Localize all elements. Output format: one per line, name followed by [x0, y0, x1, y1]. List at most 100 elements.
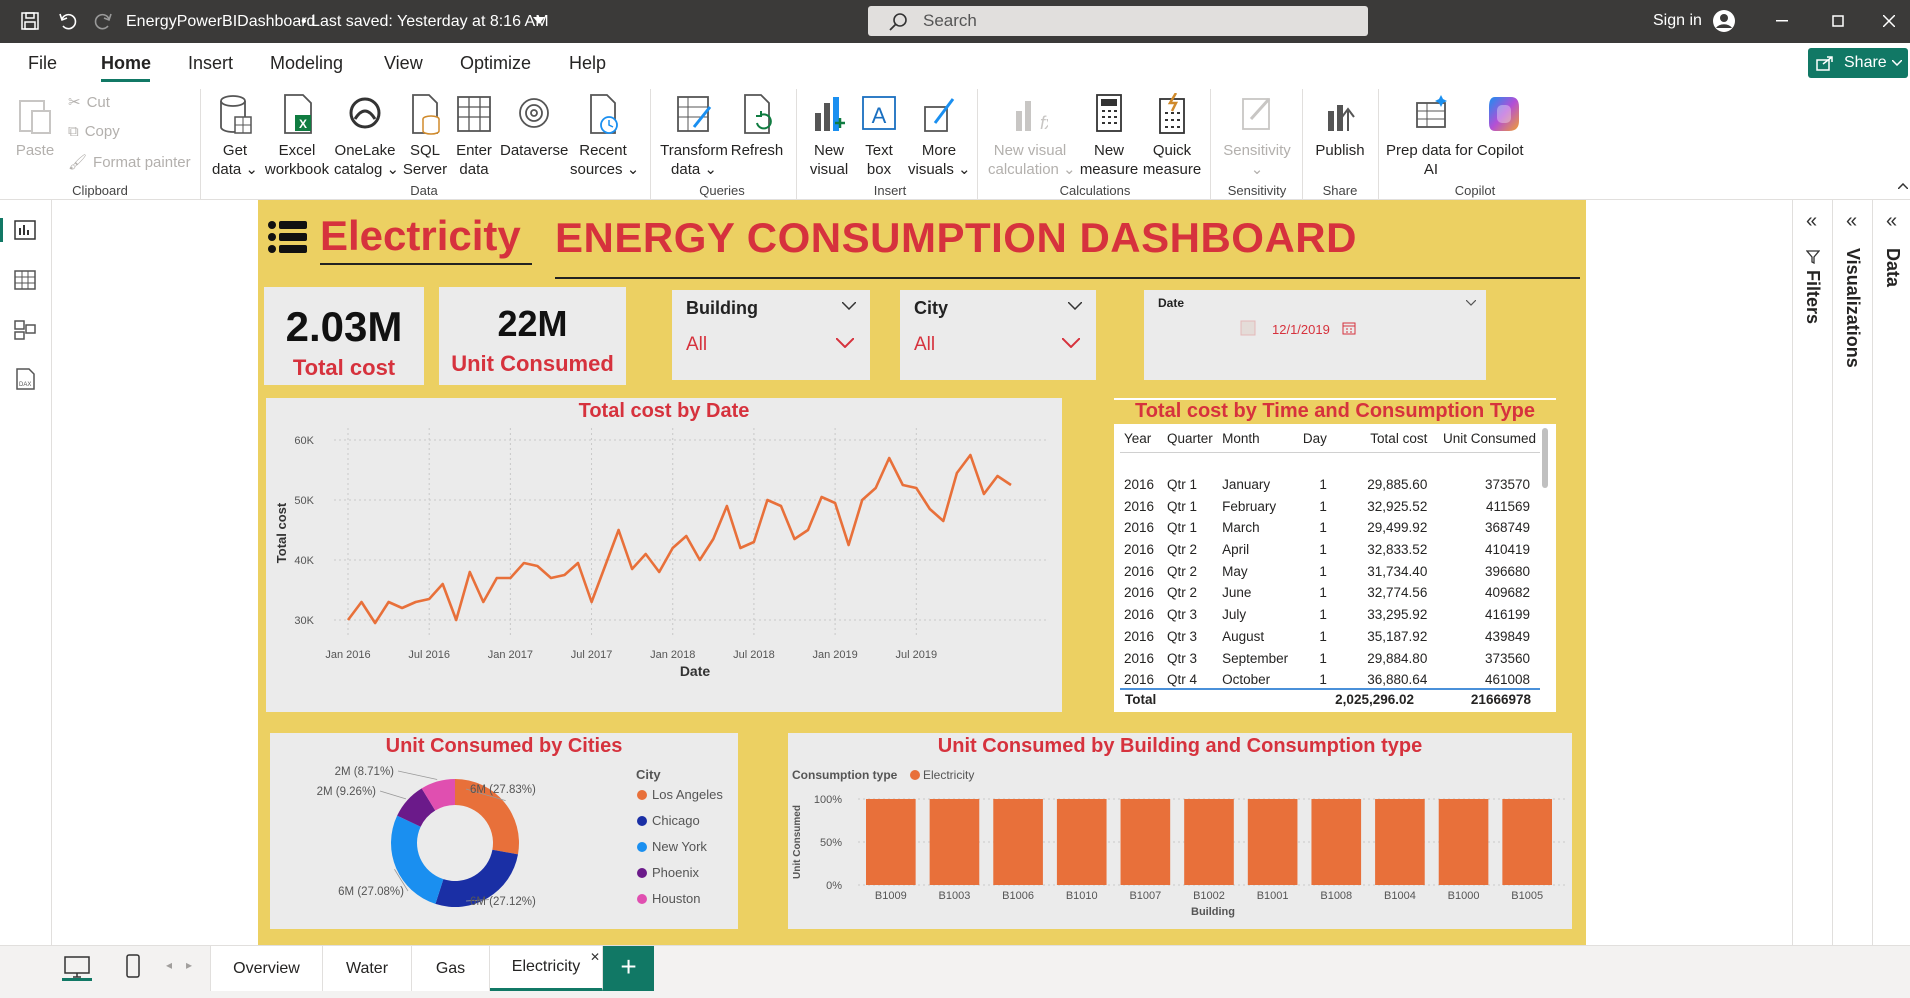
- chevron-down-icon[interactable]: [1466, 300, 1476, 306]
- quick-measure-button[interactable]: Quick measure: [1142, 93, 1202, 179]
- chevron-down-icon[interactable]: [842, 302, 856, 310]
- model-view-icon[interactable]: [14, 320, 36, 340]
- get-data-button[interactable]: Get data ⌄: [208, 93, 262, 179]
- menu-help[interactable]: Help: [569, 53, 606, 74]
- new-visual-calculation-button[interactable]: fx New visualcalculation ⌄: [988, 93, 1076, 179]
- user-avatar-icon[interactable]: [1712, 9, 1736, 33]
- menu-modeling[interactable]: Modeling: [270, 53, 343, 74]
- city-slicer[interactable]: City All: [900, 290, 1096, 380]
- close-tab-icon[interactable]: ✕: [590, 950, 600, 964]
- report-view-icon[interactable]: [14, 220, 36, 240]
- table-row[interactable]: 2016 Qtr 1 February 1 32,925.52 411569: [1120, 495, 1540, 517]
- next-page-icon[interactable]: ▸: [186, 958, 192, 972]
- search-input[interactable]: Search: [868, 6, 1368, 36]
- calendar-icon[interactable]: [1342, 321, 1356, 335]
- table-cell: February: [1222, 498, 1277, 514]
- desktop-layout-icon[interactable]: [64, 956, 90, 978]
- chevron-down-icon[interactable]: [533, 17, 545, 25]
- table-row[interactable]: 2016 Qtr 3 September 1 29,884.80 373560: [1120, 647, 1540, 669]
- sensitivity-button[interactable]: Sensitivity ⌄: [1220, 93, 1294, 179]
- new-measure-button[interactable]: New measure: [1078, 93, 1140, 179]
- table-row[interactable]: 2016 Qtr 1 January 1 29,885.60 373570: [1120, 474, 1540, 496]
- matrix-visual[interactable]: Total cost by Time and Consumption Type …: [1114, 398, 1556, 712]
- minimize-icon[interactable]: [1776, 20, 1788, 22]
- chevron-down-icon[interactable]: [1068, 302, 1082, 310]
- transform-data-button[interactable]: Transform data ⌄: [660, 93, 728, 179]
- tab-electricity[interactable]: Electricity: [490, 946, 603, 991]
- calendar-icon[interactable]: [1240, 320, 1256, 336]
- mobile-layout-icon[interactable]: [126, 954, 140, 978]
- matrix-column-header[interactable]: Unit Consumed: [1431, 426, 1540, 452]
- redo-icon[interactable]: [94, 11, 114, 31]
- kpi-card-total-cost[interactable]: 2.03M Total cost: [264, 287, 424, 385]
- building-slicer[interactable]: Building All: [672, 290, 870, 380]
- table-row[interactable]: 2016 Qtr 3 August 1 35,187.92 439849: [1120, 626, 1540, 648]
- recent-sources-button[interactable]: Recent sources ⌄: [570, 93, 639, 179]
- line-chart-visual[interactable]: Total cost by Date 30K 40K 50K 60K Jan 2016 J…: [266, 398, 1062, 712]
- visualizations-pane-label[interactable]: Visualizations: [1842, 248, 1863, 368]
- date-slicer[interactable]: Date 12/1/2019: [1144, 290, 1486, 380]
- table-row[interactable]: 2016 Qtr 1 March 1 29,499.92 368749: [1120, 517, 1540, 539]
- kpi-card-unit-consumed[interactable]: 22M Unit Consumed: [439, 287, 626, 385]
- table-row[interactable]: 2016 Qtr 2 April 1 32,833.52 410419: [1120, 539, 1540, 561]
- cut-button[interactable]: ✂ Cut: [68, 93, 110, 111]
- collapse-ribbon-icon[interactable]: [1898, 183, 1908, 189]
- tab-water[interactable]: Water: [323, 946, 412, 991]
- save-icon[interactable]: [20, 11, 40, 31]
- dataverse-button[interactable]: Dataverse: [500, 93, 568, 160]
- slicer-value[interactable]: All: [686, 334, 707, 356]
- matrix-scrollbar[interactable]: [1542, 428, 1548, 488]
- undo-icon[interactable]: [57, 11, 77, 31]
- excel-workbook-button[interactable]: X Excel workbook: [262, 93, 332, 179]
- chevron-down-icon[interactable]: [1062, 338, 1080, 348]
- table-row[interactable]: 2016 Qtr 2 May 1 31,734.40 396680: [1120, 560, 1540, 582]
- expand-filters-icon[interactable]: «: [1806, 210, 1817, 233]
- publish-button[interactable]: Publish: [1310, 93, 1370, 160]
- tab-overview[interactable]: Overview: [210, 946, 323, 991]
- share-button[interactable]: Share: [1808, 48, 1908, 78]
- expand-visualizations-icon[interactable]: «: [1846, 210, 1857, 233]
- chevron-down-icon[interactable]: [836, 338, 854, 348]
- menu-home[interactable]: Home: [101, 53, 151, 74]
- menu-optimize[interactable]: Optimize: [460, 53, 531, 74]
- format-painter-button[interactable]: 🖌 Format painter: [68, 153, 191, 171]
- close-icon[interactable]: [1883, 15, 1895, 27]
- filters-pane-label[interactable]: Filters: [1802, 270, 1823, 324]
- sql-server-button[interactable]: SQL Server: [400, 93, 450, 179]
- donut-chart-visual[interactable]: Unit Consumed by Cities 6M (27.83%) 6M (2…: [270, 733, 738, 929]
- menu-file[interactable]: File: [28, 53, 57, 74]
- tab-gas[interactable]: Gas: [412, 946, 490, 991]
- data-pane-label[interactable]: Data: [1882, 248, 1903, 287]
- matrix-column-header[interactable]: Total cost: [1331, 426, 1431, 452]
- slicer-value[interactable]: All: [914, 334, 935, 356]
- maximize-icon[interactable]: [1832, 15, 1844, 27]
- list-icon[interactable]: [268, 220, 308, 256]
- table-view-icon[interactable]: [14, 270, 36, 290]
- table-row[interactable]: 2016 Qtr 3 July 1 33,295.92 416199: [1120, 604, 1540, 626]
- matrix-column-header[interactable]: Month: [1218, 426, 1294, 452]
- paste-button[interactable]: Paste: [14, 95, 56, 160]
- file-name[interactable]: EnergyPowerBIDashboard: [126, 13, 315, 31]
- enter-data-button[interactable]: Enter data: [452, 93, 496, 179]
- copilot-button[interactable]: [1480, 93, 1530, 141]
- prep-data-for-ai-button[interactable]: Prep data for Copilot AI: [1386, 93, 1524, 179]
- new-visual-button[interactable]: New visual: [806, 93, 852, 179]
- more-visuals-button[interactable]: More visuals ⌄: [908, 93, 971, 179]
- text-box-button[interactable]: A Text box: [856, 93, 902, 179]
- date-value[interactable]: 12/1/2019: [1272, 322, 1330, 337]
- table-row[interactable]: 2016 Qtr 2 June 1 32,774.56 409682: [1120, 582, 1540, 604]
- menu-insert[interactable]: Insert: [188, 53, 233, 74]
- expand-data-icon[interactable]: «: [1886, 210, 1897, 233]
- add-page-button[interactable]: +: [603, 946, 654, 991]
- sign-in-link[interactable]: Sign in: [1653, 12, 1702, 30]
- bar-chart-visual[interactable]: Unit Consumed by Building and Consumptio…: [788, 733, 1572, 929]
- dax-query-view-icon[interactable]: DAX: [14, 368, 36, 390]
- matrix-column-header[interactable]: Day: [1294, 426, 1331, 452]
- previous-page-icon[interactable]: ◂: [166, 958, 172, 972]
- matrix-column-header[interactable]: Year: [1120, 426, 1163, 452]
- copy-button[interactable]: ⧉ Copy: [68, 123, 120, 140]
- matrix-column-header[interactable]: Quarter: [1163, 426, 1218, 452]
- onelake-catalog-button[interactable]: OneLake catalog ⌄: [334, 93, 399, 179]
- menu-view[interactable]: View: [384, 53, 423, 74]
- refresh-button[interactable]: Refresh: [730, 93, 784, 160]
